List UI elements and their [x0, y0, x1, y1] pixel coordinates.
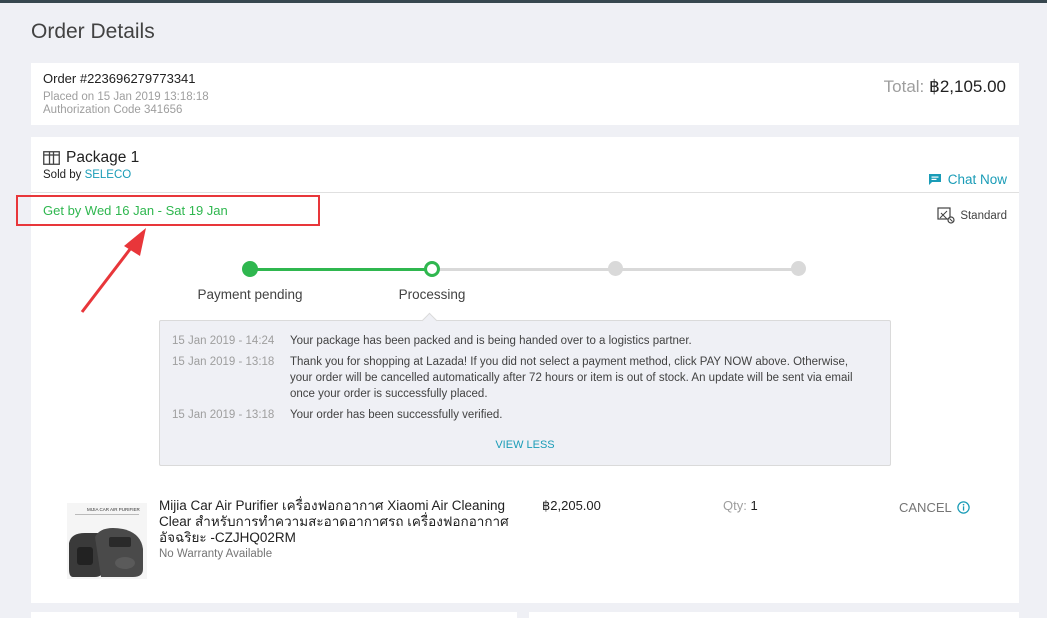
- log-row: 15 Jan 2019 - 13:18 Your order has been …: [172, 407, 872, 423]
- log-text: Your order has been successfully verifie…: [290, 409, 503, 421]
- product-thumbnail: MIJIA CAR AIR PURIFIER: [67, 503, 147, 579]
- log-row: 15 Jan 2019 - 13:18 Thank you for shoppi…: [172, 354, 872, 402]
- item-quantity: Qty: 1: [723, 498, 758, 513]
- next-card-left: [31, 612, 517, 618]
- order-summary-card: Order #223696279773341 Placed on 15 Jan …: [31, 63, 1019, 125]
- qty-value: 1: [750, 498, 758, 513]
- step-dot-processing: [424, 261, 440, 277]
- product-image-caption: MIJIA CAR AIR PURIFIER: [87, 507, 141, 512]
- seller-link[interactable]: SELECO: [85, 169, 132, 181]
- package-card: Package 1 Sold by SELECO Chat Now Get by…: [16, 137, 1019, 603]
- log-row: 15 Jan 2019 - 14:24 Your package has bee…: [172, 333, 872, 349]
- step-dot-payment-pending: [242, 261, 258, 277]
- warranty-info: No Warranty Available: [159, 548, 273, 560]
- authorization-code: Authorization Code 341656: [43, 104, 183, 116]
- delivery-estimate: Get by Wed 16 Jan - Sat 19 Jan: [43, 203, 228, 218]
- shipping-icon: [937, 207, 955, 224]
- qty-label: Qty:: [723, 498, 751, 513]
- order-number: Order #223696279773341: [43, 71, 196, 86]
- divider: [31, 192, 1019, 193]
- step-label-payment-pending: Payment pending: [197, 287, 303, 302]
- sold-by: Sold by SELECO: [43, 169, 131, 181]
- order-placed-date: Placed on 15 Jan 2019 13:18:18: [43, 91, 209, 103]
- order-total: Total: ฿2,105.00: [884, 77, 1006, 97]
- chat-now-button[interactable]: Chat Now: [928, 172, 1007, 187]
- product-name[interactable]: Mijia Car Air Purifier เครื่องฟอกอากาศ X…: [159, 498, 524, 546]
- item-price: ฿2,205.00: [542, 498, 601, 513]
- step-label-processing: Processing: [398, 287, 466, 302]
- log-time: 15 Jan 2019 - 13:18: [172, 409, 275, 421]
- chat-now-label: Chat Now: [947, 172, 1007, 187]
- progress-line-done: [250, 268, 432, 271]
- chat-icon: [928, 174, 941, 185]
- shipping-method-label: Standard: [960, 209, 1007, 222]
- step-dot-delivered: [791, 261, 806, 276]
- tracking-log: 15 Jan 2019 - 14:24 Your package has bee…: [159, 320, 891, 466]
- view-less-link[interactable]: VIEW LESS: [160, 439, 890, 451]
- total-value: ฿2,105.00: [929, 77, 1006, 96]
- shipping-method: Standard: [937, 207, 1007, 224]
- log-text: Thank you for shopping at Lazada! If you…: [290, 356, 853, 400]
- package-header: Package 1: [43, 149, 139, 167]
- package-title: Package 1: [66, 149, 140, 166]
- next-card-right: [529, 612, 1019, 618]
- package-icon: [43, 151, 60, 165]
- product-image[interactable]: MIJIA CAR AIR PURIFIER: [67, 503, 147, 579]
- cancel-button[interactable]: CANCEL: [899, 500, 970, 515]
- log-time: 15 Jan 2019 - 13:18: [172, 356, 275, 368]
- info-icon[interactable]: [957, 501, 970, 514]
- step-dot-shipped: [608, 261, 623, 276]
- sold-by-label: Sold by: [43, 169, 85, 181]
- log-time: 15 Jan 2019 - 14:24: [172, 335, 275, 347]
- total-label: Total:: [883, 77, 929, 96]
- top-bar: [0, 0, 1047, 3]
- cancel-label: CANCEL: [899, 500, 952, 515]
- log-text: Your package has been packed and is bein…: [290, 335, 692, 347]
- page-title: Order Details: [31, 20, 155, 43]
